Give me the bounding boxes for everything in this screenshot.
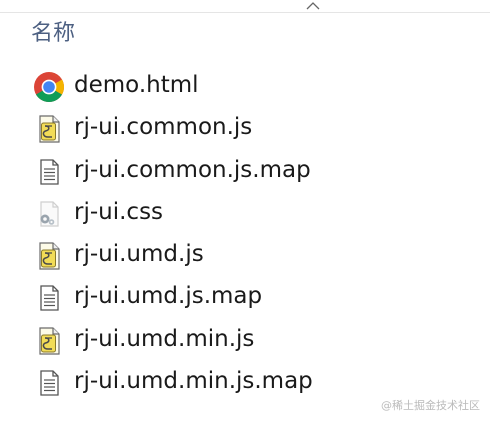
chrome-icon	[33, 71, 65, 103]
file-row-rj-ui-umd-js-map[interactable]: rj-ui.umd.js.map	[0, 277, 490, 319]
file-name: rj-ui.css	[74, 198, 164, 225]
file-row-rj-ui-css[interactable]: rj-ui.css	[0, 193, 490, 235]
file-name: demo.html	[74, 72, 199, 98]
css-file-icon	[33, 198, 65, 230]
file-name: rj-ui.common.js.map	[74, 156, 311, 183]
script-file-icon	[33, 240, 65, 272]
sort-ascending-icon[interactable]	[306, 2, 320, 10]
file-name: rj-ui.umd.min.js.map	[74, 368, 313, 395]
file-row-rj-ui-common-js-map[interactable]: rj-ui.common.js.map	[0, 151, 490, 193]
header-divider	[0, 12, 490, 13]
text-file-icon	[33, 282, 65, 314]
script-file-icon	[33, 325, 65, 357]
file-name: rj-ui.common.js	[74, 114, 253, 141]
file-name: rj-ui.umd.js	[74, 241, 204, 268]
file-name: rj-ui.umd.js.map	[74, 283, 263, 310]
file-list: demo.html rj-ui.common.js rj-ui.common.j…	[0, 66, 490, 404]
file-name: rj-ui.umd.min.js	[74, 325, 255, 352]
file-row-rj-ui-umd-js[interactable]: rj-ui.umd.js	[0, 235, 490, 277]
file-row-rj-ui-umd-min-js[interactable]: rj-ui.umd.min.js	[0, 320, 490, 362]
text-file-icon	[33, 156, 65, 188]
name-column-header[interactable]: 名称	[31, 15, 75, 47]
watermark: @稀土掘金技术社区	[381, 399, 480, 412]
script-file-icon	[33, 113, 65, 145]
file-row-rj-ui-common-js[interactable]: rj-ui.common.js	[0, 108, 490, 150]
text-file-icon	[33, 367, 65, 399]
file-row-demo-html[interactable]: demo.html	[0, 66, 490, 108]
